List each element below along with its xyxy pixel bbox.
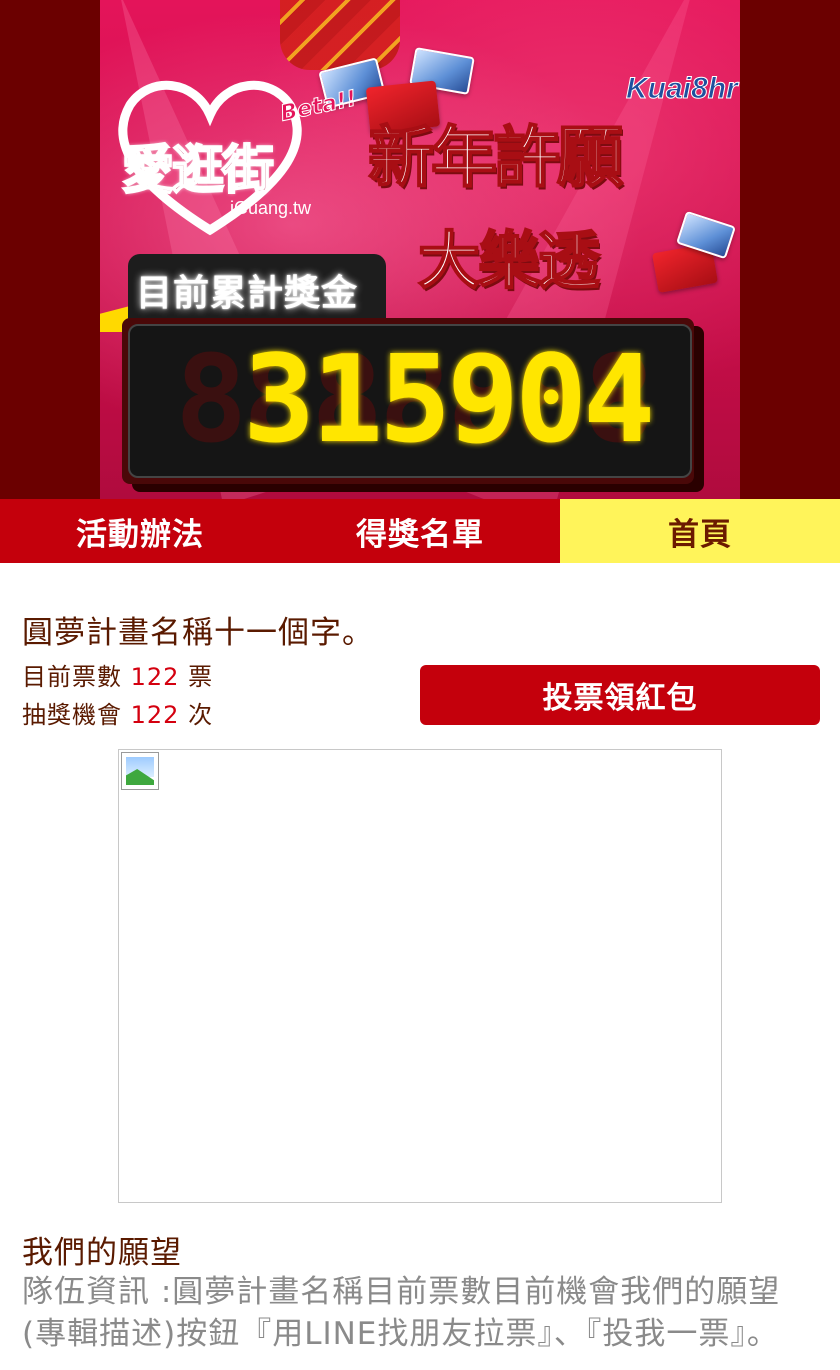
counter-digit: 85 <box>379 331 452 470</box>
counter-digit-value: 1 <box>311 331 384 470</box>
site-url: iGuang.tw <box>230 198 312 218</box>
counter-digit: 84 <box>583 331 656 470</box>
project-image <box>118 749 722 1203</box>
site-logo-text: 愛逛街 <box>121 140 275 202</box>
main-nav: 活動辦法 得獎名單 首頁 <box>0 499 840 563</box>
project-title: 圓夢計畫名稱十一個字。 <box>22 615 374 651</box>
broken-image-icon <box>121 752 159 790</box>
lottery-chances-label: 抽獎機會 <box>22 701 122 729</box>
counter-digit-value: 3 <box>243 331 316 470</box>
wishes-heading: 我們的願望 <box>22 1235 182 1271</box>
lottery-chances-unit: 次 <box>188 701 214 729</box>
partner-logo: Kuai8hr <box>626 72 739 106</box>
firecracker-decoration <box>280 0 400 70</box>
counter-digit-value: 5 <box>379 331 452 470</box>
counter-digit-background: 8 <box>175 331 248 470</box>
vote-count-value: 122 <box>130 663 180 691</box>
lottery-chances: 抽獎機會 122 次 <box>22 695 213 730</box>
tab-home[interactable]: 首頁 <box>560 499 840 563</box>
banner-subheadline: 大樂透 <box>417 223 601 298</box>
tab-rules[interactable]: 活動辦法 <box>0 499 280 563</box>
counter-digit: 8 <box>175 331 248 470</box>
lottery-chances-value: 122 <box>130 701 180 729</box>
prize-counter: 8838185898084 <box>128 324 692 478</box>
vote-count-unit: 票 <box>188 663 214 691</box>
counter-digit: 81 <box>311 331 384 470</box>
vote-button[interactable]: 投票領紅包 <box>420 665 820 725</box>
promo-banner: 愛逛街 Beta!! iGuang.tw 新年許願 大樂透 Kuai8hr 目前… <box>100 0 740 499</box>
vote-count: 目前票數 122 票 <box>22 657 213 692</box>
prize-label: 目前累計獎金 <box>136 273 359 314</box>
counter-digit-value: 0 <box>515 331 588 470</box>
counter-digit-value: 9 <box>447 331 520 470</box>
counter-digit: 80 <box>515 331 588 470</box>
vote-count-label: 目前票數 <box>22 663 122 691</box>
wishes-description: 隊伍資訊 :圓夢計畫名稱目前票數目前機會我們的願望 (專輯描述)按鈕『用LINE… <box>22 1274 781 1352</box>
counter-digit: 83 <box>243 331 316 470</box>
banner-area: 愛逛街 Beta!! iGuang.tw 新年許願 大樂透 Kuai8hr 目前… <box>0 0 840 499</box>
banner-headline: 新年許願 <box>367 118 624 197</box>
counter-digit: 89 <box>447 331 520 470</box>
counter-digit-value: 4 <box>583 331 656 470</box>
tab-winners[interactable]: 得獎名單 <box>280 499 560 563</box>
